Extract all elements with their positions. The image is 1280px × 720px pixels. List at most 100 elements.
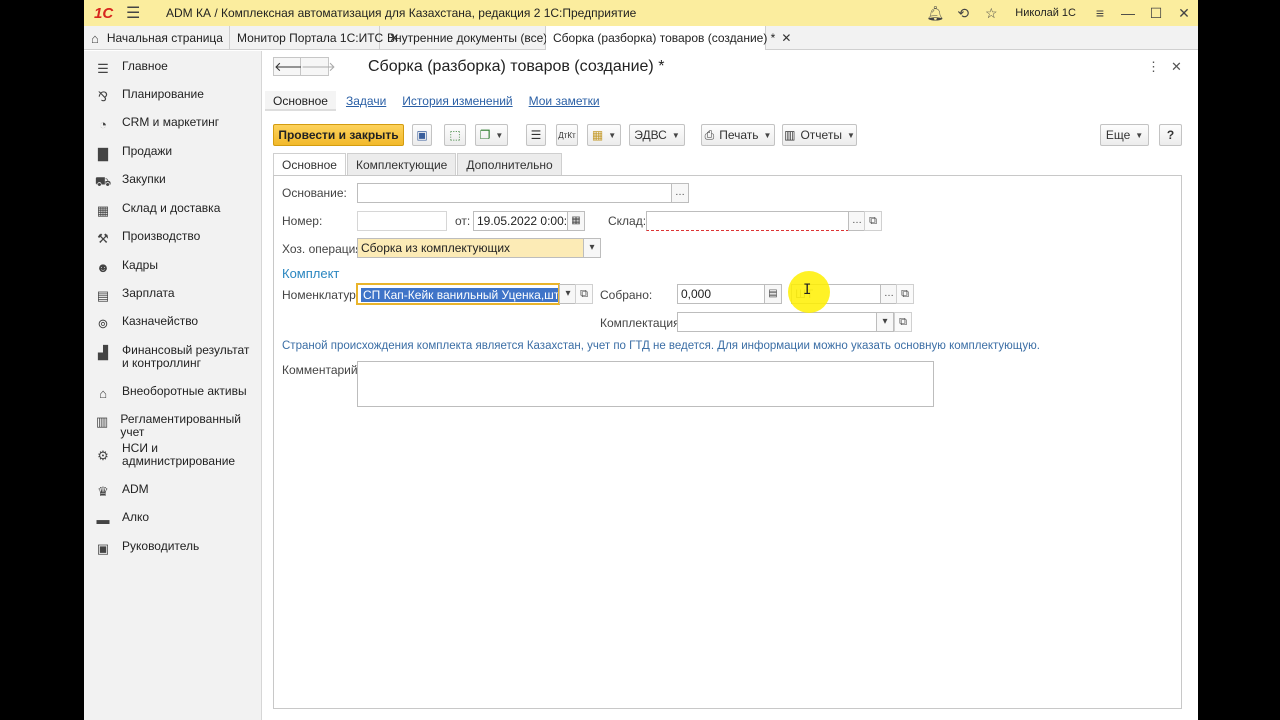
forward-button[interactable]: 🡒	[301, 57, 336, 76]
sidebar-item-fixed-assets[interactable]: ⌂ Внеоборотные активы	[84, 385, 262, 402]
calculator-icon: ▤	[96, 288, 110, 303]
nav-main[interactable]: Основное	[265, 91, 336, 111]
form-navigation: Основное Задачи История изменений Мои за…	[265, 91, 616, 111]
history-icon[interactable]: ⟲	[949, 5, 977, 22]
planning-icon: ⅋	[97, 89, 109, 104]
sidebar-item-nsi-admin[interactable]: ⚙ НСИ и администрирование	[84, 442, 262, 468]
sidebar-item-manager[interactable]: ▣ Руководитель	[84, 540, 262, 557]
print-button[interactable]: ⎙ Печать ▼	[701, 124, 775, 146]
form-title: Сборка (разборка) товаров (создание) *	[368, 58, 665, 75]
osnovanie-select-button[interactable]: …	[671, 183, 689, 203]
sidebar-item-warehouse[interactable]: ▦ Склад и доставка	[84, 202, 262, 219]
komplektaciya-dropdown[interactable]: ▾	[876, 312, 894, 332]
page-additional[interactable]: Дополнительно	[457, 153, 562, 176]
back-button[interactable]: 🡐	[273, 57, 309, 76]
settings-menu-icon[interactable]: ≡	[1086, 5, 1114, 21]
maximize-icon[interactable]: ☐	[1142, 5, 1170, 22]
dt-kt-button[interactable]: ДтКт	[556, 124, 578, 146]
close-form-icon[interactable]: ✕	[1171, 59, 1182, 75]
sidebar-item-regulated-accounting[interactable]: ▥ Регламентированный учет	[84, 413, 262, 439]
bag-icon: ▇	[98, 146, 108, 161]
tab-home[interactable]: ⌂ Начальная страница	[84, 26, 230, 50]
star-icon[interactable]: ☆	[977, 5, 1005, 22]
date-field[interactable]: 19.05.2022 0:00:00	[473, 211, 568, 231]
sidebar-item-purchases[interactable]: ⛟ Закупки	[84, 173, 262, 192]
sobrano-field[interactable]: 0,000	[677, 284, 765, 304]
osnovanie-field[interactable]	[357, 183, 672, 203]
post-and-close-button[interactable]: Провести и закрыть	[273, 124, 404, 146]
calendar-icon: ▦	[571, 215, 581, 226]
sidebar-item-hr[interactable]: ☻ Кадры	[84, 259, 262, 276]
structure-button[interactable]: ☰	[526, 124, 546, 146]
user-name[interactable]: Николай 1С	[1005, 7, 1086, 19]
crown-icon: ♛	[97, 484, 109, 499]
nav-notes[interactable]: Мои заметки	[529, 91, 600, 111]
post-button[interactable]: ⬚	[444, 124, 466, 146]
home-icon: ⌂	[91, 30, 99, 46]
tab-label: Сборка (разборка) товаров (создание) *	[553, 31, 776, 45]
reports-button[interactable]: ▥ Отчеты ▼	[782, 124, 857, 146]
nomer-field[interactable]	[357, 211, 447, 231]
nav-tasks[interactable]: Задачи	[346, 91, 386, 111]
sklad-open-icon[interactable]: ⧉	[864, 211, 882, 231]
sklad-field[interactable]	[646, 211, 849, 231]
document-form: 🡐 🡒 Сборка (разборка) товаров (создание)…	[263, 51, 1198, 720]
minimize-icon[interactable]: —	[1114, 5, 1142, 21]
komplekt-section-title: Комплект	[282, 266, 340, 281]
attachments-button[interactable]: ▦ ▼	[587, 124, 621, 146]
command-bar: Провести и закрыть ▣ ⬚ ❐ ▼ ☰ ДтКт ▦ ▼ ЭДВС…	[273, 124, 1183, 148]
sidebar-item-salary[interactable]: ▤ Зарплата	[84, 287, 262, 304]
ledger-icon: ▥	[96, 414, 109, 429]
sidebar-item-treasury[interactable]: ⊚ Казначейство	[84, 315, 262, 332]
page-components[interactable]: Комплектующие	[346, 153, 457, 176]
komplektaciya-field[interactable]	[677, 312, 877, 332]
unit-open-icon[interactable]: ⧉	[896, 284, 914, 304]
pie-chart-icon: ◔	[99, 117, 107, 132]
help-button[interactable]: ?	[1159, 124, 1182, 146]
nomer-label: Номер:	[282, 214, 323, 228]
edvs-button[interactable]: ЭДВС ▼	[629, 124, 685, 146]
history-nav: 🡐 🡒	[273, 57, 336, 76]
dt-kt-icon: ДтКт	[558, 130, 576, 140]
more-button[interactable]: Еще ▼	[1100, 124, 1149, 146]
create-based-on-button[interactable]: ❐ ▼	[475, 124, 508, 146]
hoz-operation-dropdown[interactable]: ▾	[583, 238, 601, 258]
date-label: от:	[455, 214, 471, 228]
main-page-panel: Основание: … Номер: от: 19.05.2022 0:00:…	[273, 175, 1182, 709]
hoz-operation-field[interactable]: Сборка из комплектующих	[357, 238, 584, 258]
comment-field[interactable]	[357, 361, 934, 407]
post-icon: ⬚	[449, 128, 461, 142]
nav-history[interactable]: История изменений	[402, 91, 512, 111]
close-window-icon[interactable]: ✕	[1170, 5, 1198, 22]
save-button[interactable]: ▣	[412, 124, 432, 146]
sidebar-item-planning[interactable]: ⅋ Планирование	[84, 88, 262, 105]
tab-portal-monitor[interactable]: Монитор Портала 1С:ИТС ✕	[230, 26, 399, 50]
sidebar-item-sales[interactable]: ▇ Продажи	[84, 145, 262, 162]
calculator-button[interactable]: ▤	[764, 284, 782, 304]
tab-assembly-doc[interactable]: Сборка (разборка) товаров (создание) * ✕	[546, 26, 791, 50]
more-actions-icon[interactable]: ⋮	[1147, 59, 1160, 75]
page-main[interactable]: Основное	[273, 153, 346, 176]
people-icon: ☻	[96, 260, 110, 275]
close-tab-icon[interactable]: ✕	[781, 31, 791, 45]
nomenklatura-label: Номенклатура:	[282, 288, 366, 302]
sidebar-item-adm[interactable]: ♛ ADM	[84, 483, 262, 500]
sidebar-item-production[interactable]: ⚒ Производство	[84, 230, 262, 247]
sidebar-item-alko[interactable]: ▬ Алко	[84, 511, 262, 528]
calendar-button[interactable]: ▦	[567, 211, 585, 231]
tab-label: Монитор Портала 1С:ИТС	[237, 31, 384, 45]
nomenklatura-field[interactable]: СП Кап-Кейк ванильный Уценка,шт ПЛУ	[356, 283, 560, 305]
komplektaciya-open-icon[interactable]: ⧉	[894, 312, 912, 332]
sidebar-item-main[interactable]: ☰ Главное	[84, 60, 262, 77]
main-menu-icon[interactable]: ☰	[126, 3, 146, 23]
sidebar-item-financial-result[interactable]: ▟ Финансовый результат и контроллинг	[84, 344, 262, 370]
sidebar-item-crm[interactable]: ◔ CRM и маркетинг	[84, 116, 262, 133]
chart-board-icon: ▣	[96, 541, 110, 556]
bell-icon[interactable]: 🔔︎	[921, 5, 949, 22]
text-cursor-icon: I	[803, 282, 812, 298]
tab-internal-docs[interactable]: Внутренние документы (все) ✕	[380, 26, 563, 50]
open-windows-bar: ⌂ Начальная страница Монитор Портала 1С:…	[84, 26, 1198, 50]
nomenklatura-open-icon[interactable]: ⧉	[575, 284, 593, 304]
create-based-icon: ❐	[479, 128, 491, 142]
sobrano-label: Собрано:	[600, 288, 653, 302]
